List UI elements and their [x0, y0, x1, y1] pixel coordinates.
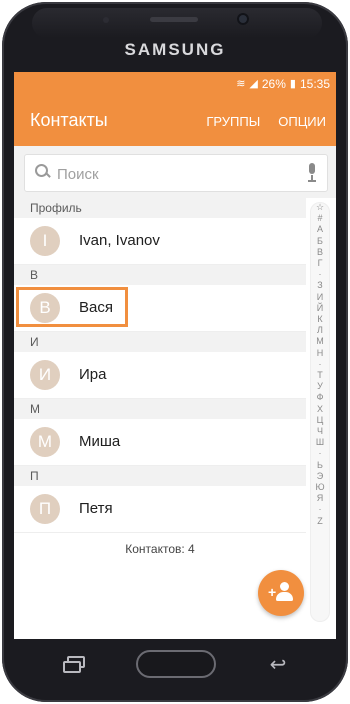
section-header-profile: Профиль — [14, 198, 306, 218]
list-item[interactable]: В Вася — [14, 285, 306, 332]
app-bar: Контакты ГРУППЫ ОПЦИИ — [14, 96, 336, 146]
list-item[interactable]: I Ivan, Ivanov — [14, 218, 306, 265]
index-letter[interactable]: Х — [310, 404, 330, 415]
index-letter[interactable]: Н — [310, 348, 330, 359]
screen: ≋ ◢ 26% ▮ 15:35 Контакты ГРУППЫ ОПЦИИ По… — [14, 72, 336, 639]
index-letter[interactable]: · — [310, 448, 330, 459]
contact-list: Профиль I Ivan, Ivanov В В Вася И И Ира … — [14, 198, 306, 533]
list-item[interactable]: И Ира — [14, 352, 306, 399]
status-icons: ≋ ◢ 26% ▮ 15:35 — [236, 77, 330, 91]
avatar: М — [30, 427, 60, 457]
plus-icon: + — [268, 584, 277, 600]
index-letter[interactable]: ☆ — [310, 202, 330, 213]
wifi-icon: ≋ — [236, 78, 246, 90]
index-letter[interactable]: М — [310, 336, 330, 347]
phone-frame: SAMSUNG ≋ ◢ 26% ▮ 15:35 Контакты ГРУППЫ … — [0, 0, 350, 704]
list-item[interactable]: М Миша — [14, 419, 306, 466]
contact-name: Ира — [79, 366, 107, 383]
status-bar: ≋ ◢ 26% ▮ 15:35 — [14, 72, 336, 96]
home-button[interactable] — [136, 650, 216, 678]
avatar: П — [30, 494, 60, 524]
back-icon[interactable]: ↩ — [265, 655, 291, 675]
index-letter[interactable]: Z — [310, 516, 330, 527]
status-time: 15:35 — [299, 77, 330, 91]
index-letter[interactable]: В — [310, 247, 330, 258]
index-letter[interactable]: Ф — [310, 392, 330, 403]
section-header: И — [14, 332, 306, 352]
contact-count: Контактов: 4 — [125, 542, 195, 556]
index-letter[interactable]: Й — [310, 303, 330, 314]
proximity-sensor — [103, 17, 109, 23]
add-contact-icon — [280, 582, 289, 591]
index-letter[interactable]: · — [310, 269, 330, 280]
front-camera — [237, 13, 249, 25]
avatar: И — [30, 360, 60, 390]
list-item[interactable]: П Петя — [14, 486, 306, 533]
brand-logo: SAMSUNG — [124, 40, 226, 59]
groups-button[interactable]: ГРУППЫ — [206, 114, 260, 129]
index-letter[interactable]: А — [310, 224, 330, 235]
signal-icon: ◢ — [249, 78, 258, 90]
index-letter[interactable]: # — [310, 213, 330, 224]
earpiece-speaker — [150, 17, 198, 22]
options-button[interactable]: ОПЦИИ — [278, 114, 326, 129]
index-letter[interactable]: Т — [310, 370, 330, 381]
bezel-sheen — [32, 8, 322, 38]
section-header: М — [14, 399, 306, 419]
search-box[interactable] — [24, 154, 328, 192]
index-letter[interactable]: И — [310, 292, 330, 303]
mic-icon[interactable] — [305, 163, 319, 183]
index-letter[interactable]: Л — [310, 325, 330, 336]
index-letter[interactable]: У — [310, 381, 330, 392]
index-letter[interactable]: · — [310, 359, 330, 370]
search-bar — [14, 146, 336, 198]
alphabet-index-scroller[interactable]: ☆ # А Б В Г · З И Й К Л М Н · Т У Ф Х Ц Ч Ш · Ь Э Ю Я · Z — [310, 202, 330, 622]
hardware-nav: ↩ — [0, 642, 350, 692]
index-letter[interactable]: Я — [310, 493, 330, 504]
index-letter[interactable]: Э — [310, 471, 330, 482]
index-letter[interactable]: Г — [310, 258, 330, 269]
index-letter[interactable]: Ч — [310, 426, 330, 437]
search-icon — [35, 164, 48, 177]
index-letter[interactable]: Ц — [310, 415, 330, 426]
section-header: В — [14, 265, 306, 285]
search-input[interactable] — [55, 162, 299, 186]
contact-name: Миша — [79, 433, 121, 450]
page-title: Контакты — [30, 110, 108, 130]
index-letter[interactable]: Ь — [310, 460, 330, 471]
avatar: I — [30, 226, 60, 256]
battery-percent: 26% — [261, 77, 286, 91]
contact-name: Петя — [79, 500, 113, 517]
recent-apps-icon[interactable] — [63, 656, 89, 674]
app-actions: ГРУППЫ ОПЦИИ — [206, 114, 326, 129]
index-letter[interactable]: Б — [310, 236, 330, 247]
contact-name: Вася — [79, 299, 113, 316]
index-letter[interactable]: К — [310, 314, 330, 325]
add-contact-button[interactable]: + — [258, 570, 304, 616]
index-letter[interactable]: Ю — [310, 482, 330, 493]
index-letter[interactable]: · — [310, 504, 330, 515]
battery-charging-icon: ▮ — [289, 78, 296, 90]
section-header: П — [14, 466, 306, 486]
index-letter[interactable]: Ш — [310, 437, 330, 448]
avatar: В — [30, 293, 60, 323]
index-letter[interactable]: З — [310, 280, 330, 291]
contact-name: Ivan, Ivanov — [79, 232, 160, 249]
